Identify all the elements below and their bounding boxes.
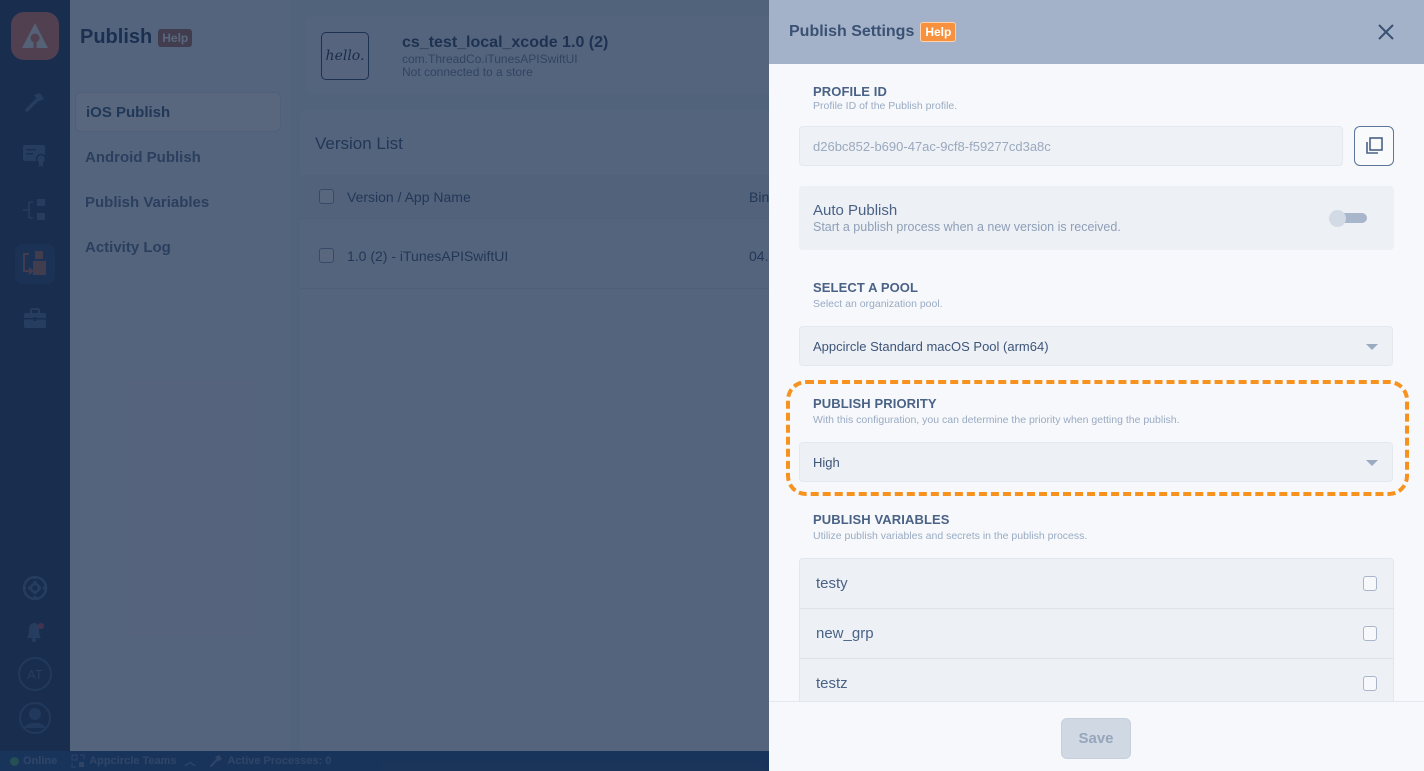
variable-name: testz [816,675,848,692]
help-badge[interactable]: Help [920,22,957,42]
list-item[interactable]: testz [800,659,1393,701]
variable-name: new_grp [816,625,874,642]
variable-checkbox[interactable] [1363,576,1377,591]
variable-checkbox[interactable] [1363,626,1377,641]
list-item[interactable]: testy [800,559,1393,609]
drawer-header: Publish Settings Help [769,0,1424,64]
close-button[interactable] [1374,20,1398,44]
auto-publish-label: Auto Publish [813,202,898,219]
priority-select-value: High [813,454,840,470]
auto-publish-card: Auto Publish Start a publish process whe… [799,186,1394,250]
profile-id-label: PROFILE ID [813,84,887,99]
priority-desc: With this configuration, you can determi… [813,414,1180,426]
profile-id-field[interactable]: d26bc852-b690-47ac-9cf8-f59277cd3a8c [799,126,1343,166]
modal-backdrop[interactable] [0,0,769,771]
profile-id-desc: Profile ID of the Publish profile. [813,100,958,112]
drawer-footer: Save [769,701,1424,771]
drawer-title: Publish Settings Help [789,22,957,42]
drawer-title-text: Publish Settings [789,23,915,40]
variable-checkbox[interactable] [1363,676,1377,691]
close-icon [1378,24,1394,40]
variable-name: testy [816,575,848,592]
auto-publish-toggle[interactable] [1329,210,1367,228]
variables-desc: Utilize publish variables and secrets in… [813,530,1088,542]
publish-settings-drawer: Publish Settings Help PROFILE ID Profile… [769,0,1424,771]
variables-label: PUBLISH VARIABLES [813,512,950,527]
pool-select[interactable]: Appcircle Standard macOS Pool (arm64) [799,326,1393,366]
priority-label: PUBLISH PRIORITY [813,396,937,411]
chevron-down-icon [1366,344,1378,350]
chevron-down-icon [1366,460,1378,466]
copy-profile-id-button[interactable] [1354,126,1394,166]
copy-icon [1366,137,1383,154]
save-button[interactable]: Save [1061,718,1131,759]
pool-label: SELECT A POOL [813,280,919,295]
list-item[interactable]: new_grp [800,609,1393,659]
pool-select-value: Appcircle Standard macOS Pool (arm64) [813,338,1049,354]
variables-list[interactable]: testy new_grp testz [799,558,1394,701]
toggle-knob [1329,210,1346,227]
pool-desc: Select an organization pool. [813,298,943,310]
priority-select[interactable]: High [799,442,1393,482]
auto-publish-desc: Start a publish process when a new versi… [813,220,1121,234]
